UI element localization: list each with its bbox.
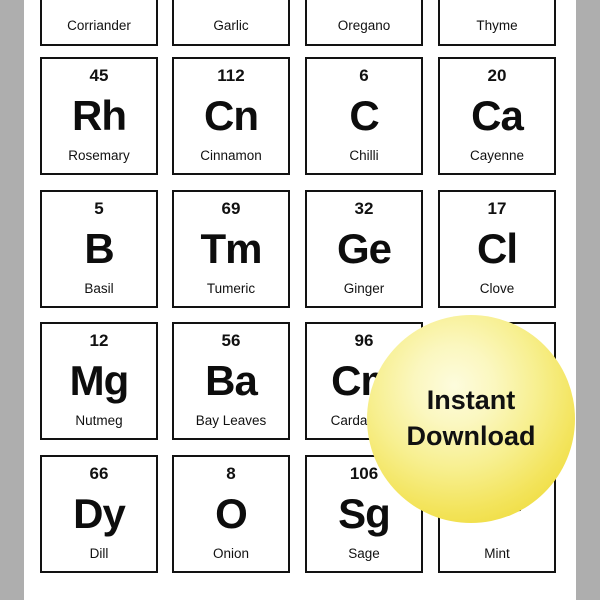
- element-symbol: C: [349, 92, 379, 139]
- element-symbol: Cn: [204, 92, 259, 139]
- element-number: 69: [221, 199, 241, 218]
- element-name: Dill: [89, 545, 109, 561]
- element-tile: 12 Mg Nutmeg: [40, 322, 158, 440]
- element-tile: Garlic: [172, 0, 290, 46]
- element-number: 17: [487, 199, 507, 218]
- element-name: Thyme: [476, 17, 518, 33]
- badge-line-2: Download: [406, 421, 536, 451]
- element-tile: 69 Tm Tumeric: [172, 190, 290, 308]
- badge-line-1: Instant: [426, 385, 516, 416]
- element-symbol: Sg: [338, 490, 391, 537]
- element-symbol: Tm: [200, 225, 263, 272]
- element-name: Onion: [212, 545, 250, 561]
- element-name: Basil: [84, 280, 114, 296]
- element-tile: 56 Ba Bay Leaves: [172, 322, 290, 440]
- element-tile: Oregano: [305, 0, 423, 46]
- element-number: 32: [354, 199, 374, 218]
- element-number: 20: [487, 66, 507, 85]
- element-symbol: Ge: [336, 225, 392, 272]
- instant-download-badge: Instant Download: [367, 315, 575, 523]
- element-number: 112: [217, 66, 245, 85]
- element-number: 56: [221, 331, 241, 350]
- element-name: Oregano: [337, 17, 391, 33]
- element-name: Garlic: [213, 17, 249, 33]
- element-number: 66: [89, 464, 109, 483]
- element-number: 8: [226, 464, 236, 483]
- element-symbol: Ba: [205, 357, 258, 404]
- element-name: Clove: [479, 280, 515, 296]
- element-symbol: Mg: [69, 357, 130, 404]
- element-symbol: B: [84, 225, 114, 272]
- element-tile: 32 Ge Ginger: [305, 190, 423, 308]
- element-number: 106: [349, 464, 379, 483]
- element-tile: 45 Rh Rosemary: [40, 57, 158, 175]
- element-symbol: O: [215, 490, 248, 537]
- element-number: 96: [354, 331, 374, 350]
- element-name: Mint: [484, 545, 510, 561]
- element-name: Bay Leaves: [195, 412, 267, 428]
- element-name: Corriander: [67, 17, 131, 33]
- element-tile: 6 C Chilli: [305, 57, 423, 175]
- element-name: Chilli: [349, 147, 379, 163]
- element-name: Ginger: [343, 280, 385, 296]
- element-name: Cinnamon: [200, 147, 262, 163]
- element-name: Rosemary: [68, 147, 130, 163]
- screenshot-canvas: Corriander Garlic Oregano Thyme 45 Rh Ro…: [0, 0, 600, 600]
- element-tile: 66 Dy Dill: [40, 455, 158, 573]
- element-symbol: Dy: [73, 490, 126, 537]
- element-number: 6: [359, 66, 369, 85]
- element-symbol: Rh: [72, 92, 127, 139]
- element-tile: Thyme: [438, 0, 556, 46]
- element-name: Sage: [348, 545, 380, 561]
- element-number: 12: [89, 331, 109, 350]
- element-symbol: Cl: [477, 225, 518, 272]
- element-symbol: Ca: [471, 92, 524, 139]
- element-tile: 112 Cn Cinnamon: [172, 57, 290, 175]
- element-tile: 8 O Onion: [172, 455, 290, 573]
- element-name: Cayenne: [469, 147, 525, 163]
- element-number: 45: [89, 66, 109, 85]
- element-number: 5: [94, 199, 104, 218]
- element-name: Tumeric: [206, 280, 256, 296]
- element-tile: 20 Ca Cayenne: [438, 57, 556, 175]
- element-tile: Corriander: [40, 0, 158, 46]
- element-name: Nutmeg: [75, 412, 123, 428]
- element-tile: 17 Cl Clove: [438, 190, 556, 308]
- element-tile: 5 B Basil: [40, 190, 158, 308]
